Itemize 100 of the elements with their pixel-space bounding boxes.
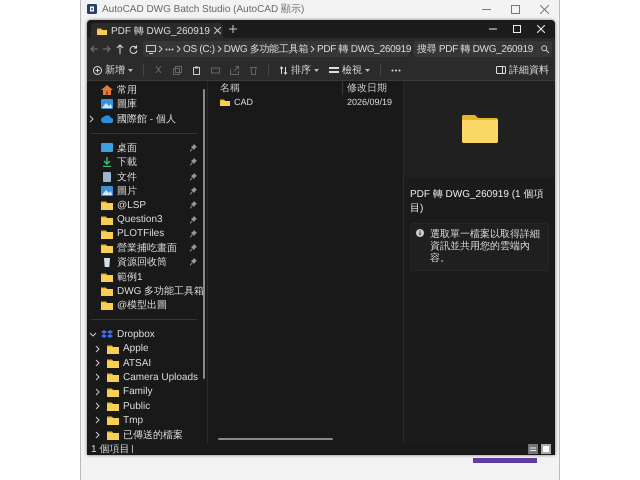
sidebar-item[interactable]: Apple [87,342,207,356]
chevron-right-icon [216,45,222,53]
home-icon [101,85,113,96]
sidebar-item[interactable]: 下載 [87,155,207,170]
sidebar-item[interactable]: Family [87,384,207,399]
tiles-view-icon[interactable] [541,444,551,454]
sidebar-item[interactable]: 文件 [87,169,207,184]
details-button[interactable]: 詳細資料 [496,63,549,77]
chevron-down-icon[interactable] [89,330,97,339]
share-icon[interactable] [230,66,239,74]
sidebar-item[interactable]: @LSP [87,198,207,212]
sidebar-item[interactable]: Camera Uploads [87,370,207,385]
folder-icon [101,243,113,254]
sidebar-item[interactable]: 營業捕吃畫面 [87,240,207,256]
folder-icon [460,114,498,144]
back-arrow-icon[interactable] [90,45,98,53]
up-arrow-icon[interactable] [116,44,124,54]
cut-icon[interactable] [154,66,163,74]
sidebar-item[interactable]: 已傳送的檔案 [87,428,207,442]
sidebar-item[interactable]: Question3 [87,212,207,227]
folder-icon [107,415,119,426]
folder-icon [97,26,107,34]
chevron-right-icon [176,45,181,53]
cloud-icon [101,114,113,124]
sidebar-item[interactable]: 桌面 [87,140,207,156]
picture-icon [101,186,113,196]
picture-icon [101,99,113,110]
rename-icon[interactable] [211,66,220,74]
caret-icon [314,68,319,72]
close-icon[interactable] [214,27,221,34]
sidebar-item[interactable]: Tmp [87,413,207,428]
folder-icon [107,344,119,354]
refresh-icon[interactable] [129,44,138,54]
folder-icon [101,272,113,282]
modified-date: 2026/09/19 [347,97,392,107]
details-view-icon[interactable] [528,444,538,454]
details-pane-icon [496,66,506,74]
dropbox-icon [101,330,113,340]
copy-icon[interactable] [173,66,182,74]
sidebar-item[interactable]: PLOTFiles [87,226,207,241]
forward-arrow-icon[interactable] [103,45,111,53]
folder-icon [107,358,119,368]
new-button[interactable]: 新增 [93,63,133,77]
sidebar-item[interactable]: ATSAI [87,356,207,370]
sidebar-item[interactable]: 範例1 [87,270,207,284]
info-icon [416,229,424,237]
download-icon [101,157,113,168]
sidebar-item[interactable]: Public [87,398,207,414]
view-button[interactable]: 檢視 [329,63,370,77]
sidebar-item[interactable]: 資源回收筒 [87,255,207,270]
file-name: CAD [234,97,254,107]
sidebar-item[interactable]: @模型出圖 [87,298,207,312]
sort-icon [279,66,288,74]
accent-bar [473,458,537,463]
sidebar-item[interactable]: 圖片 [87,184,207,198]
folder-icon [101,300,113,310]
plus-circle-icon [93,66,102,74]
folder-icon [220,98,230,106]
breadcrumb-link[interactable]: OS (C:) [183,44,215,54]
sidebar-item[interactable]: 常用 [87,83,207,98]
new-tab-icon[interactable] [229,25,237,33]
folder-icon [101,286,113,296]
explorer-tab[interactable]: PDF 轉 DWG_260919 [91,23,223,38]
column-header[interactable]: 名稱 [208,81,342,95]
paste-icon[interactable] [192,66,201,74]
caret-icon [365,68,370,72]
item-count: 1 個項目 [91,443,130,455]
sidebar-item[interactable]: 圖庫 [87,97,207,112]
chevron-right-icon [158,45,163,53]
scrollbar[interactable] [218,438,333,440]
folder-icon [107,401,119,412]
list-view-icon [329,66,339,74]
desktop-icon [101,143,113,154]
folder-icon [107,430,119,440]
scrollbar[interactable] [203,89,205,379]
search-field[interactable]: 搜尋 PDF 轉 DWG_260919 [414,41,552,57]
breadcrumb-link[interactable]: PDF 轉 DWG_260919 [317,42,412,56]
search-icon [541,45,549,53]
folder-icon [107,386,119,397]
breadcrumb-link[interactable]: DWG 多功能工具箱 [224,42,308,56]
sidebar-item[interactable]: 國際館 - 個人 [87,112,207,126]
file-row[interactable]: CAD 2026/09/19 [208,95,403,109]
caret-icon [128,68,133,72]
folder-icon [107,372,119,382]
sidebar-item[interactable]: DWG 多功能工具箱 [87,284,207,298]
document-icon [101,172,113,182]
window-title: AutoCAD DWG Batch Studio (AutoCAD 顯示) [102,2,306,16]
app-logo-icon [87,4,97,14]
more-icon[interactable] [391,68,401,72]
folder-icon [101,228,113,239]
more-icon[interactable] [165,48,174,50]
monitor-icon [146,44,156,54]
folder-icon [101,214,113,225]
info-message: 選取單一檔案以取得詳細資訊並共用您的雲端內容。 [430,229,541,265]
trash-icon[interactable] [249,66,258,74]
recycle-bin-icon [101,257,113,268]
sidebar-item[interactable]: Dropbox [87,327,207,342]
preview-title: PDF 轉 DWG_260919 (1 個項目) [410,188,544,215]
sort-button[interactable]: 排序 [279,63,319,77]
chevron-right-icon [310,45,316,53]
